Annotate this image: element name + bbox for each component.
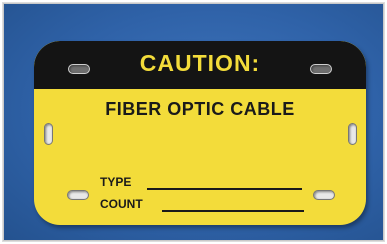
cable-tag: CAUTION: FIBER OPTIC CABLE TYPE COUNT [34,41,366,225]
slot-bottom-left [67,190,89,200]
slot-top-left [68,64,90,74]
count-field-label: COUNT [100,197,143,211]
tag-subtitle: FIBER OPTIC CABLE [105,99,295,119]
type-field-label: TYPE [100,175,132,189]
caution-banner: CAUTION: [34,41,366,89]
count-field-line [162,210,304,212]
type-field-line [147,188,302,190]
slot-top-right [310,64,332,74]
slot-left [44,123,53,145]
slot-right [348,123,357,145]
slot-bottom-right [313,190,335,200]
photo-background: CAUTION: FIBER OPTIC CABLE TYPE COUNT [2,2,385,242]
